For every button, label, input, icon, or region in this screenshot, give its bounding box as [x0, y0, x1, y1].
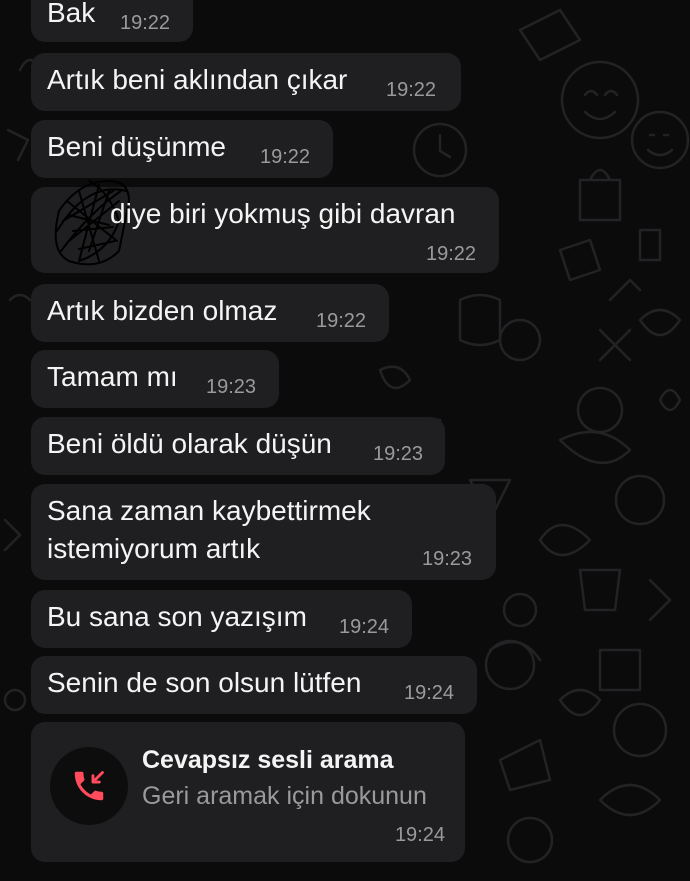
message-time: 19:23: [373, 443, 424, 465]
message-bubble[interactable]: Beni düşünme 19:22: [31, 120, 333, 178]
message-text: diye biri yokmuş gibi davran: [110, 198, 456, 229]
message-bubble[interactable]: Beni öldü olarak düşün 19:23: [31, 417, 445, 475]
message-text: Bu sana son yazışım: [47, 601, 307, 632]
message-bubble[interactable]: Bak 19:22: [31, 0, 193, 42]
message-text-line-2: istemiyorum artık: [47, 533, 261, 564]
message-text: Sana zaman kaybettirmek: [47, 495, 371, 526]
message-text: Beni öldü olarak düşün: [47, 428, 332, 459]
message-time: 19:23: [206, 376, 257, 398]
missed-call-time: 19:24: [394, 824, 445, 846]
message-time: 19:24: [339, 616, 390, 638]
message-text: Artık bizden olmaz: [47, 295, 278, 326]
message-bubble[interactable]: Artık bizden olmaz 19:22: [31, 284, 389, 342]
missed-call-card[interactable]: Cevapsız sesli arama Geri aramak için do…: [31, 722, 465, 862]
message-bubble[interactable]: Bu sana son yazışım 19:24: [31, 590, 412, 648]
message-time: 19:22: [426, 243, 477, 265]
message-bubble[interactable]: Artık beni aklından çıkar 19:22: [31, 53, 461, 111]
missed-call-icon: [74, 771, 104, 801]
missed-call-subtitle: Geri aramak için dokunun: [142, 782, 427, 810]
message-time: 19:22: [260, 146, 311, 168]
chat-thread[interactable]: Bak 19:22 Artık beni aklından çıkar 19:2…: [0, 0, 690, 881]
missed-call-title: Cevapsız sesli arama: [142, 746, 394, 774]
message-time: 19:22: [316, 310, 367, 332]
message-text: Senin de son olsun lütfen: [47, 667, 362, 698]
message-text: Artık beni aklından çıkar: [47, 64, 348, 95]
message-bubble[interactable]: Sana zaman kaybettirmek istemiyorum artı…: [31, 484, 496, 580]
message-bubble[interactable]: diye biri yokmuş gibi davran 19:22: [31, 179, 499, 273]
message-bubble[interactable]: Tamam mı 19:23: [31, 350, 279, 408]
message-time: 19:24: [404, 682, 455, 704]
missed-call-icon-circle[interactable]: [50, 747, 128, 825]
message-time: 19:22: [386, 79, 437, 101]
message-time: 19:23: [422, 548, 473, 570]
message-time: 19:22: [120, 12, 171, 34]
message-bubble[interactable]: Senin de son olsun lütfen 19:24: [31, 656, 477, 714]
message-text: Bak: [47, 0, 96, 28]
message-text: Beni düşünme: [47, 131, 227, 162]
message-text: Tamam mı: [47, 361, 178, 392]
